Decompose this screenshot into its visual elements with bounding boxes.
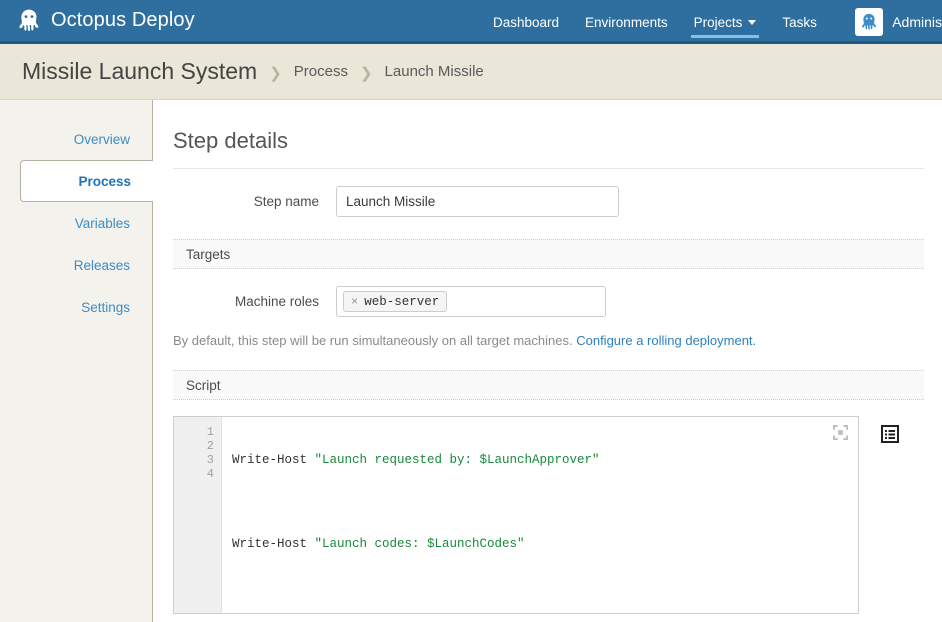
sidebar-item-process[interactable]: Process (20, 160, 153, 202)
code-token-string: "Launch codes: $LaunchCodes" (315, 537, 525, 551)
main-nav: Dashboard Environments Projects Tasks (480, 0, 830, 44)
step-name-input[interactable] (336, 186, 619, 217)
section-header-label: Script (186, 378, 221, 393)
brand-logo-link[interactable]: Octopus Deploy (0, 8, 195, 34)
nav-item-tasks[interactable]: Tasks (769, 0, 830, 44)
line-number: 4 (174, 467, 221, 481)
step-name-label: Step name (173, 194, 336, 209)
machine-roles-input[interactable]: × web-server (336, 286, 606, 317)
nav-item-label: Environments (585, 15, 668, 30)
code-token-command: Write-Host (232, 537, 315, 551)
main-content-panel: Step details Step name Targets Machine r… (153, 100, 942, 622)
octopus-logo-icon (16, 8, 42, 34)
form-row-machine-roles: Machine roles × web-server (173, 286, 924, 317)
code-token-string: "Launch requested by: $LaunchApprover" (315, 453, 600, 467)
page-title: Missile Launch System (22, 58, 257, 85)
chevron-down-icon (748, 20, 756, 25)
breadcrumb-separator-icon: ❯ (360, 64, 373, 82)
nav-item-projects[interactable]: Projects (681, 0, 770, 44)
project-sidebar: Overview Process Variables Releases Sett… (0, 100, 153, 622)
sidebar-item-label: Process (78, 174, 131, 189)
form-row-step-name: Step name (173, 186, 924, 217)
nav-item-label: Tasks (782, 15, 817, 30)
remove-tag-icon[interactable]: × (351, 296, 358, 308)
nav-item-dashboard[interactable]: Dashboard (480, 0, 572, 44)
breadcrumb-separator-icon: ❯ (269, 64, 282, 82)
section-header-targets: Targets (173, 239, 924, 269)
breadcrumb-item-launch-missile[interactable]: Launch Missile (385, 63, 484, 80)
configure-rolling-deployment-link[interactable]: Configure a rolling deployment. (576, 333, 756, 348)
section-header-label: Targets (186, 247, 230, 262)
sidebar-item-releases[interactable]: Releases (0, 244, 152, 286)
nav-item-environments[interactable]: Environments (572, 0, 681, 44)
sidebar-item-label: Settings (81, 300, 130, 315)
line-number: 1 (174, 425, 221, 439)
breadcrumb: Missile Launch System ❯ Process ❯ Launch… (0, 44, 942, 100)
section-header-script: Script (173, 370, 924, 400)
editor-code-content[interactable]: Write-Host "Launch requested by: $Launch… (222, 417, 858, 613)
brand-name: Octopus Deploy (51, 9, 195, 32)
sidebar-item-overview[interactable]: Overview (0, 118, 152, 160)
breadcrumb-item-process[interactable]: Process (294, 63, 348, 80)
sidebar-item-variables[interactable]: Variables (0, 202, 152, 244)
rolling-deployment-help: By default, this step will be run simult… (173, 333, 924, 348)
line-number: 2 (174, 439, 221, 453)
script-editor-area: 1 2 3 4 Write-Host "Launch requested by:… (173, 416, 924, 614)
avatar (855, 8, 883, 36)
script-code-editor[interactable]: 1 2 3 4 Write-Host "Launch requested by:… (173, 416, 859, 614)
code-line: Write-Host "Launch requested by: $Launch… (232, 453, 858, 467)
section-heading-step-details: Step details (173, 128, 924, 169)
code-line: Write-Host "Launch codes: $LaunchCodes" (232, 537, 858, 551)
page-body: Overview Process Variables Releases Sett… (0, 100, 942, 622)
editor-line-number-gutter: 1 2 3 4 (174, 417, 222, 613)
sidebar-item-settings[interactable]: Settings (0, 286, 152, 328)
sidebar-item-label: Releases (74, 258, 130, 273)
octopus-avatar-icon (859, 12, 879, 32)
role-tag-web-server[interactable]: × web-server (343, 291, 447, 312)
role-tag-label: web-server (364, 295, 439, 309)
nav-item-label: Projects (694, 15, 743, 30)
sidebar-item-label: Overview (74, 132, 130, 147)
code-line (232, 495, 858, 509)
nav-item-label: Dashboard (493, 15, 559, 30)
machine-roles-label: Machine roles (173, 294, 336, 309)
sidebar-item-label: Variables (75, 216, 130, 231)
top-navigation-bar: Octopus Deploy Dashboard Environments Pr… (0, 0, 942, 44)
line-number: 3 (174, 453, 221, 467)
fullscreen-expand-icon[interactable] (833, 425, 848, 440)
insert-variable-list-icon[interactable] (881, 425, 899, 443)
code-token-command: Write-Host (232, 453, 315, 467)
user-account-menu[interactable]: Adminis (855, 0, 942, 44)
code-line (232, 579, 858, 593)
user-name-label: Adminis (892, 14, 942, 30)
help-text-label: By default, this step will be run simult… (173, 333, 573, 348)
